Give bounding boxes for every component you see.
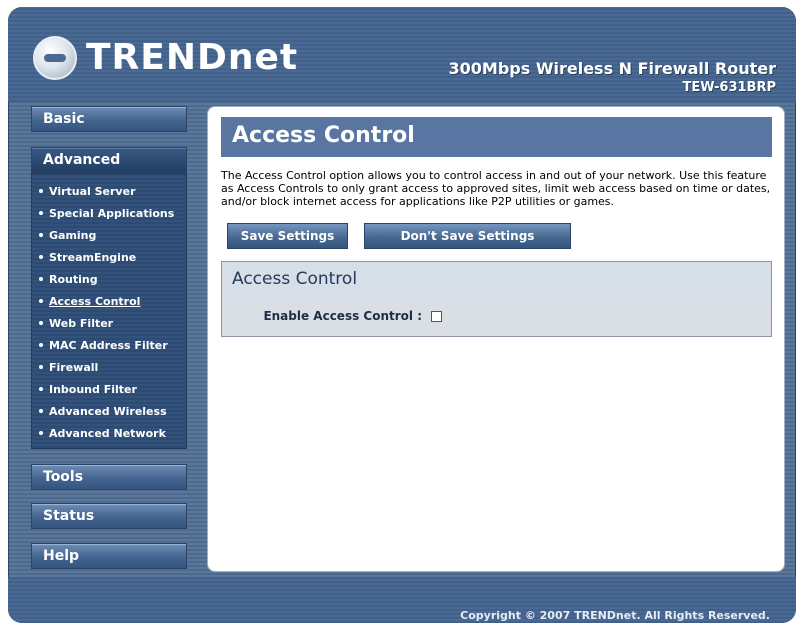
bullet-icon: [39, 321, 43, 325]
sidebar-item-firewall[interactable]: Firewall: [39, 361, 98, 374]
bullet-icon: [39, 365, 43, 369]
sidebar-item-virtual-server[interactable]: Virtual Server: [39, 185, 136, 198]
model-number: TEW-631BRP: [682, 80, 776, 95]
dont-save-settings-button[interactable]: Don't Save Settings: [364, 223, 571, 249]
menu-tools[interactable]: Tools: [31, 464, 187, 490]
content-panel: Access Control The Access Control option…: [207, 106, 785, 572]
menu-help[interactable]: Help: [31, 543, 187, 569]
bullet-icon: [39, 387, 43, 391]
sidebar-item-inbound-filter[interactable]: Inbound Filter: [39, 383, 137, 396]
bullet-icon: [39, 431, 43, 435]
sidebar-item-access-control[interactable]: Access Control: [39, 295, 140, 308]
footer: Copyright © 2007 TRENDnet. All Rights Re…: [8, 577, 796, 623]
menu-basic[interactable]: Basic: [31, 106, 187, 132]
enable-access-control-checkbox[interactable]: [431, 311, 442, 322]
access-control-section: Access Control Enable Access Control :: [221, 261, 772, 337]
header-banner: TRENDnet 300Mbps Wireless N Firewall Rou…: [8, 7, 796, 102]
sidebar-item-routing[interactable]: Routing: [39, 273, 98, 286]
sidebar-item-streamengine[interactable]: StreamEngine: [39, 251, 136, 264]
sidebar-item-advanced-wireless[interactable]: Advanced Wireless: [39, 405, 167, 418]
bullet-icon: [39, 343, 43, 347]
bullet-icon: [39, 409, 43, 413]
sidebar-item-special-applications[interactable]: Special Applications: [39, 207, 174, 220]
bullet-icon: [39, 233, 43, 237]
bullet-icon: [39, 211, 43, 215]
trendnet-logo-icon: [33, 36, 77, 80]
bullet-icon: [39, 299, 43, 303]
save-settings-button[interactable]: Save Settings: [227, 223, 348, 249]
bullet-icon: [39, 277, 43, 281]
bullet-icon: [39, 255, 43, 259]
enable-access-control-row: Enable Access Control :: [222, 298, 771, 336]
enable-access-control-label: Enable Access Control :: [263, 309, 422, 323]
menu-status[interactable]: Status: [31, 503, 187, 529]
section-title: Access Control: [222, 262, 771, 298]
sidebar-item-advanced-network[interactable]: Advanced Network: [39, 427, 166, 440]
sidebar-item-mac-address-filter[interactable]: MAC Address Filter: [39, 339, 168, 352]
page-description: The Access Control option allows you to …: [221, 169, 771, 208]
bullet-icon: [39, 189, 43, 193]
sidebar-item-gaming[interactable]: Gaming: [39, 229, 96, 242]
advanced-submenu: Virtual Server Special Applications Gami…: [31, 173, 187, 449]
sidebar-item-web-filter[interactable]: Web Filter: [39, 317, 113, 330]
brand-logo: TRENDnet: [86, 37, 299, 78]
menu-advanced[interactable]: Advanced: [31, 147, 187, 173]
product-info: 300Mbps Wireless N Firewall Router TEW-6…: [449, 59, 776, 95]
copyright-text: Copyright © 2007 TRENDnet. All Rights Re…: [460, 609, 770, 622]
product-name: 300Mbps Wireless N Firewall Router: [448, 59, 776, 78]
page-title: Access Control: [221, 117, 772, 157]
